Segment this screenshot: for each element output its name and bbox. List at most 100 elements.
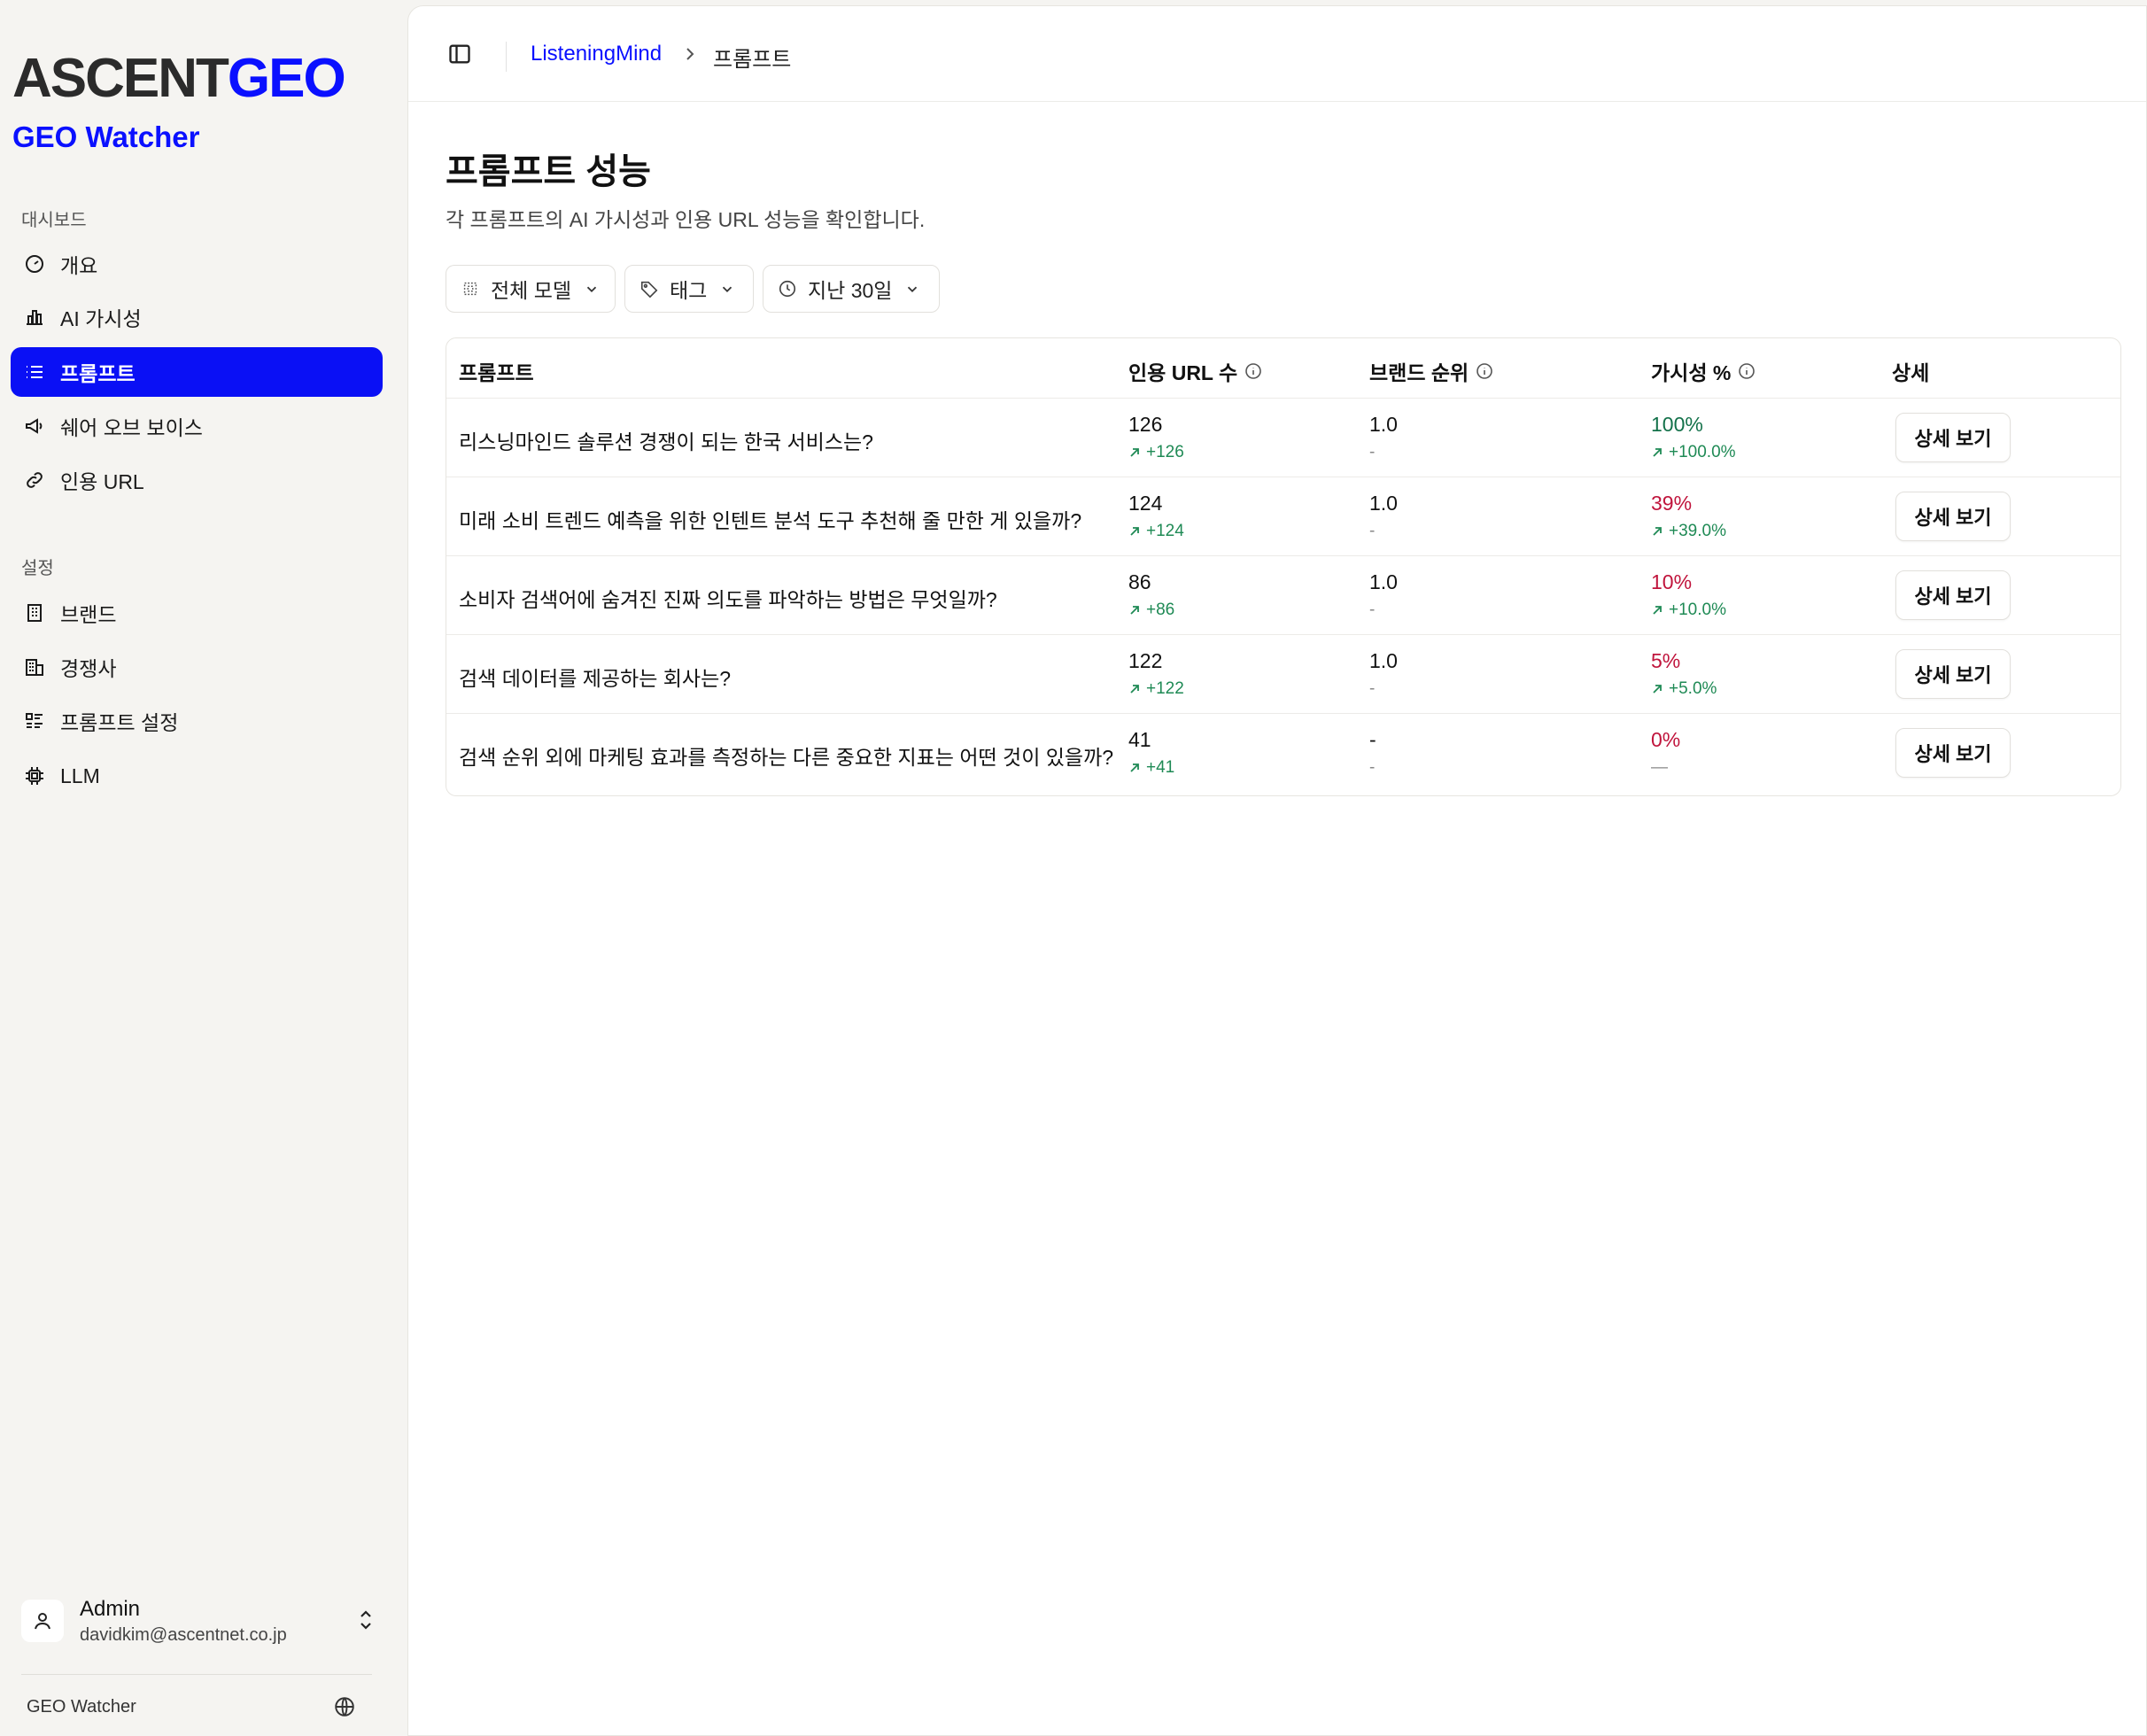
table-row: 소비자 검색어에 숨겨진 진짜 의도를 파악하는 방법은 무엇일까? 86 +8… <box>446 556 2120 635</box>
visibility-delta: +10.0% <box>1669 601 1726 619</box>
header-label: 상세 <box>1892 361 1930 384</box>
cited-url-count: 122 <box>1128 649 1163 672</box>
column-header-prompt: 프롬프트 <box>459 356 534 386</box>
table-row: 리스닝마인드 솔루션 경쟁이 되는 한국 서비스는? 126 +126 1.0 … <box>446 399 2120 477</box>
sidebar-item-llm[interactable]: LLM <box>11 751 383 801</box>
brand-rank-value: - <box>1369 728 1376 751</box>
brand-rank-delta: - <box>1369 601 1376 619</box>
logo-ascent: ASCENT <box>12 48 229 109</box>
brand-rank-value: 1.0 <box>1369 570 1398 593</box>
cited-url-count: 124 <box>1128 492 1163 515</box>
cited-url-count: 126 <box>1128 413 1163 436</box>
header-label: 프롬프트 <box>459 361 534 384</box>
view-detail-button[interactable]: 상세 보기 <box>1895 570 2011 620</box>
brand-rank-delta: - <box>1369 679 1376 698</box>
brand-rank-value: 1.0 <box>1369 649 1398 672</box>
trend-up-icon <box>1128 683 1141 695</box>
sidebar-item-brand[interactable]: 브랜드 <box>11 588 383 638</box>
cited-url-delta: +124 <box>1146 522 1184 540</box>
sidebar-item-cited-urls[interactable]: 인용 URL <box>11 455 383 505</box>
buildings-icon <box>23 655 46 678</box>
visibility-value: 39% <box>1651 492 1693 515</box>
section-label-dashboard: 대시보드 <box>21 211 87 230</box>
sidebar-item-label: 경쟁사 <box>60 657 117 680</box>
tag-filter-label: 태그 <box>670 279 708 302</box>
sidebar-item-label: LLM <box>60 763 100 787</box>
tag-filter-dropdown[interactable]: 태그 <box>624 265 754 313</box>
user-name: Admin <box>80 1596 141 1621</box>
page-title: 프롬프트 성능 <box>446 152 651 191</box>
visibility-delta: +39.0% <box>1669 522 1726 540</box>
globe-icon[interactable] <box>333 1695 356 1723</box>
building-icon <box>23 601 46 624</box>
info-icon[interactable] <box>1244 362 1262 380</box>
period-filter-dropdown[interactable]: 지난 30일 <box>763 265 940 313</box>
view-detail-button[interactable]: 상세 보기 <box>1895 413 2011 462</box>
gauge-icon <box>23 252 46 275</box>
brand-logo[interactable]: ASCENTGEO GEO Watcher <box>12 48 346 154</box>
visibility-delta: +5.0% <box>1669 679 1717 698</box>
table-header: 프롬프트 인용 URL 수 브랜드 순위 가시성 % 상세 <box>446 338 2120 399</box>
sidebar-item-overview[interactable]: 개요 <box>11 239 383 289</box>
info-icon[interactable] <box>1476 362 1493 380</box>
sidebar-divider <box>21 1674 372 1675</box>
prompt-text: 리스닝마인드 솔루션 경쟁이 되는 한국 서비스는? <box>459 430 873 453</box>
sidebar-item-prompt-settings[interactable]: 프롬프트 설정 <box>11 696 383 746</box>
page-description: 각 프롬프트의 AI 가시성과 인용 URL 성능을 확인합니다. <box>446 208 926 231</box>
view-detail-button[interactable]: 상세 보기 <box>1895 492 2011 541</box>
logo-geo: GEO <box>227 48 346 109</box>
bar-chart-icon <box>23 306 46 329</box>
sidebar-item-ai-visibility[interactable]: AI 가시성 <box>11 292 383 342</box>
sidebar-item-competitors[interactable]: 경쟁사 <box>11 642 383 692</box>
sidebar-toggle-icon[interactable] <box>447 42 472 71</box>
view-detail-button[interactable]: 상세 보기 <box>1895 728 2011 778</box>
prompt-text: 검색 순위 외에 마케팅 효과를 측정하는 다른 중요한 지표는 어떤 것이 있… <box>459 746 1114 769</box>
visibility-delta: — <box>1651 758 1668 777</box>
table-row: 검색 데이터를 제공하는 회사는? 122 +122 1.0 - 5% +5.0… <box>446 635 2120 714</box>
list-settings-icon <box>23 709 46 732</box>
info-icon[interactable] <box>1738 362 1756 380</box>
period-filter-label: 지난 30일 <box>808 279 893 302</box>
megaphone-icon <box>23 415 46 438</box>
table-row: 검색 순위 외에 마케팅 효과를 측정하는 다른 중요한 지표는 어떤 것이 있… <box>446 714 2120 793</box>
sidebar: ASCENTGEO GEO Watcher 대시보드 개요 AI 가시성 프롬프… <box>0 0 407 1736</box>
column-header-visibility[interactable]: 가시성 % <box>1651 356 1756 386</box>
trend-up-icon <box>1128 604 1141 616</box>
sidebar-item-prompts[interactable]: 프롬프트 <box>11 347 383 397</box>
sidebar-item-share-of-voice[interactable]: 쉐어 오브 보이스 <box>11 401 383 451</box>
chevron-down-icon <box>904 281 920 297</box>
breadcrumb-parent-link[interactable]: ListeningMind <box>531 42 662 66</box>
chevron-down-icon <box>719 281 735 297</box>
user-menu[interactable]: Admin davidkim@ascentnet.co.jp <box>21 1585 376 1656</box>
cited-url-count: 86 <box>1128 570 1151 593</box>
sidebar-item-label: 브랜드 <box>60 603 117 626</box>
model-filter-dropdown[interactable]: 전체 모델 <box>446 265 616 313</box>
sidebar-item-label: 프롬프트 <box>60 362 136 385</box>
chevron-down-icon <box>584 281 600 297</box>
brand-rank-delta: - <box>1369 758 1376 777</box>
prompt-performance-table: 프롬프트 인용 URL 수 브랜드 순위 가시성 % 상세 리스닝마인드 솔루션… <box>446 337 2121 796</box>
prompt-text: 미래 소비 트렌드 예측을 위한 인텐트 분석 도구 추천해 줄 만한 게 있을… <box>459 509 1082 532</box>
trend-up-icon <box>1128 525 1141 538</box>
view-detail-button[interactable]: 상세 보기 <box>1895 649 2011 699</box>
cited-url-delta: +41 <box>1146 758 1175 777</box>
trend-up-icon <box>1128 762 1141 774</box>
divider <box>506 42 507 72</box>
model-filter-label: 전체 모델 <box>491 279 572 302</box>
chevrons-up-down-icon[interactable] <box>356 1608 376 1636</box>
brand-rank-value: 1.0 <box>1369 413 1398 436</box>
cited-url-delta: +126 <box>1146 443 1184 461</box>
cpu-icon <box>461 279 480 298</box>
list-icon <box>23 360 46 384</box>
brand-rank-delta: - <box>1369 443 1376 461</box>
column-header-brand-rank[interactable]: 브랜드 순위 <box>1369 356 1493 386</box>
trend-up-icon <box>1651 604 1663 616</box>
trend-up-icon <box>1128 446 1141 459</box>
header-label: 브랜드 순위 <box>1369 361 1469 384</box>
visibility-delta: +100.0% <box>1669 443 1736 461</box>
visibility-value: 10% <box>1651 570 1693 593</box>
user-icon <box>21 1600 64 1642</box>
visibility-value: 0% <box>1651 728 1681 751</box>
column-header-cited-urls[interactable]: 인용 URL 수 <box>1128 356 1262 386</box>
header-label: 인용 URL 수 <box>1128 361 1238 384</box>
